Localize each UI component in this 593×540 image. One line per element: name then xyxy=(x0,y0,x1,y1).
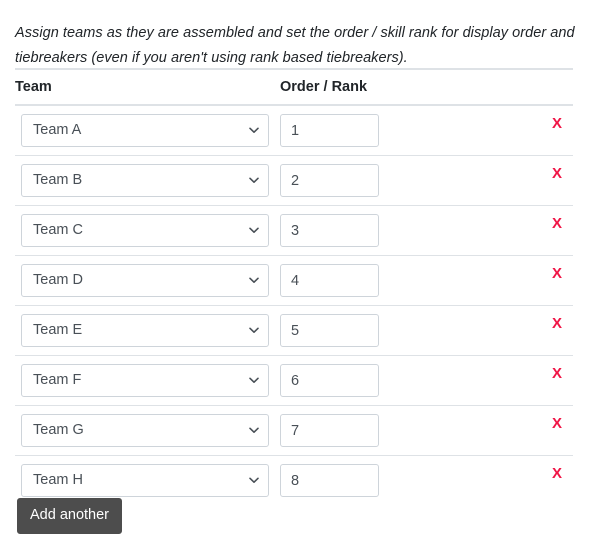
order-rank-input[interactable] xyxy=(280,314,379,347)
delete-row-x-icon[interactable]: X xyxy=(534,164,573,181)
table-header: Team Order / Rank xyxy=(15,68,574,106)
cell-delete: X xyxy=(534,155,574,206)
delete-row-x-icon[interactable]: X xyxy=(534,364,573,381)
cell-order-rank xyxy=(274,355,379,406)
team-select-wrapper: Team G xyxy=(15,414,269,447)
table-row: Team F X xyxy=(15,355,574,406)
cell-delete: X xyxy=(534,255,574,306)
cell-spacer xyxy=(374,105,534,156)
order-rank-input[interactable] xyxy=(280,214,379,247)
team-select-wrapper: Team D xyxy=(15,264,269,297)
team-select-wrapper: Team F xyxy=(15,364,269,397)
delete-row-x-icon[interactable]: X xyxy=(534,464,573,481)
cell-spacer xyxy=(374,205,534,256)
cell-delete: X xyxy=(534,305,574,356)
order-rank-input[interactable] xyxy=(280,164,379,197)
team-select[interactable]: Team D xyxy=(21,264,269,297)
cell-delete: X xyxy=(534,105,573,156)
cell-order-rank xyxy=(274,205,379,256)
table-row: Team G X xyxy=(15,405,574,456)
cell-spacer xyxy=(374,355,534,406)
team-select-wrapper: Team B xyxy=(15,164,269,197)
team-select[interactable]: Team F xyxy=(21,364,269,397)
table-header-row: Team Order / Rank xyxy=(15,68,574,106)
team-assignment-page: Assign teams as they are assembled and s… xyxy=(0,0,593,540)
cell-team: Team C xyxy=(15,205,274,256)
team-select[interactable]: Team H xyxy=(21,464,269,497)
team-order-table: Team Order / Rank Team AXTeam BXTeam CXT… xyxy=(15,68,574,505)
delete-row-x-icon[interactable]: X xyxy=(534,114,573,131)
cell-team: Team G xyxy=(15,405,274,456)
cell-team: Team B xyxy=(15,155,274,206)
team-select-wrapper: Team A xyxy=(15,114,269,147)
cell-delete: X xyxy=(534,205,574,256)
team-select[interactable]: Team A xyxy=(21,114,269,147)
cell-order-rank xyxy=(274,255,379,306)
cell-delete: X xyxy=(534,355,574,406)
cell-spacer xyxy=(374,305,534,356)
team-select[interactable]: Team B xyxy=(21,164,269,197)
cell-order-rank xyxy=(274,155,379,206)
team-select[interactable]: Team C xyxy=(21,214,269,247)
cell-team: Team A xyxy=(15,105,274,156)
table-body: Team AXTeam BXTeam CXTeam DXTeam EXTeam … xyxy=(15,105,574,505)
cell-spacer xyxy=(374,155,534,206)
team-select-wrapper: Team C xyxy=(15,214,269,247)
order-rank-input[interactable] xyxy=(280,264,379,297)
column-header-team: Team xyxy=(15,68,274,106)
cell-order-rank xyxy=(274,455,379,505)
table-row: Team B X xyxy=(15,155,574,206)
delete-row-x-icon[interactable]: X xyxy=(534,214,573,231)
delete-row-x-icon[interactable]: X xyxy=(534,314,573,331)
table-row: Team A X xyxy=(15,105,573,156)
order-rank-input[interactable] xyxy=(280,364,379,397)
order-rank-input[interactable] xyxy=(280,114,379,147)
team-select[interactable]: Team E xyxy=(21,314,269,347)
order-rank-input[interactable] xyxy=(280,414,379,447)
table-row: Team D X xyxy=(15,255,574,306)
cell-order-rank xyxy=(274,305,379,356)
cell-spacer xyxy=(374,455,534,505)
cell-team: Team E xyxy=(15,305,274,356)
order-rank-input[interactable] xyxy=(280,464,379,497)
team-select-wrapper: Team H xyxy=(15,464,269,497)
cell-spacer xyxy=(374,255,534,306)
cell-delete: X xyxy=(534,455,574,505)
cell-team: Team D xyxy=(15,255,274,306)
team-select-wrapper: Team E xyxy=(15,314,269,347)
cell-order-rank xyxy=(274,105,379,156)
delete-row-x-icon[interactable]: X xyxy=(534,414,573,431)
table-row: Team E X xyxy=(15,305,574,356)
team-select[interactable]: Team G xyxy=(21,414,269,447)
cell-team: Team F xyxy=(15,355,274,406)
cell-spacer xyxy=(374,405,534,456)
add-another-button[interactable]: Add another xyxy=(17,498,123,534)
column-header-order-rank: Order / Rank xyxy=(274,68,574,106)
cell-delete: X xyxy=(534,405,574,456)
delete-row-x-icon[interactable]: X xyxy=(534,264,573,281)
table-row: Team C X xyxy=(15,205,574,256)
cell-order-rank xyxy=(274,405,379,456)
intro-instructions: Assign teams as they are assembled and s… xyxy=(15,24,575,66)
